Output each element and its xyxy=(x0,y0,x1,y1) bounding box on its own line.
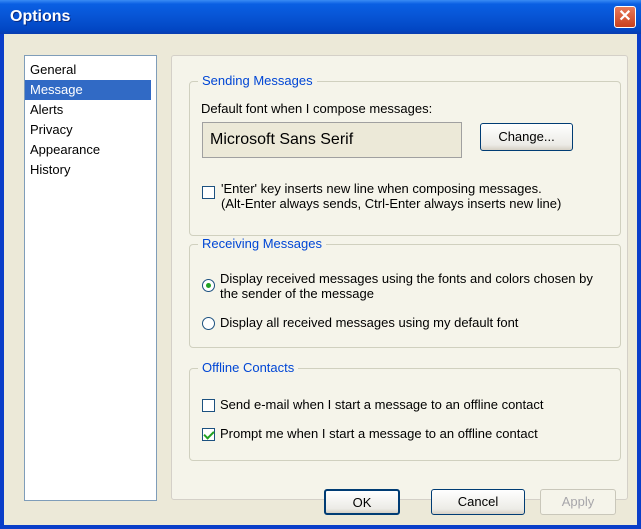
prompt-offline-label: Prompt me when I start a message to an o… xyxy=(220,426,538,441)
use-default-font-radio[interactable] xyxy=(202,317,215,330)
dialog-body: General Message Alerts Privacy Appearanc… xyxy=(4,34,637,525)
sending-messages-group: Sending Messages Default font when I com… xyxy=(189,73,621,236)
cancel-button[interactable]: Cancel xyxy=(431,489,525,515)
category-appearance[interactable]: Appearance xyxy=(25,140,151,160)
sending-messages-legend: Sending Messages xyxy=(198,73,317,88)
options-dialog: Options ✕ General Message Alerts Privacy… xyxy=(0,0,641,529)
use-sender-fonts-label: Display received messages using the font… xyxy=(220,271,593,286)
close-icon: ✕ xyxy=(618,8,632,25)
close-button[interactable]: ✕ xyxy=(614,6,636,28)
prompt-offline-checkbox[interactable] xyxy=(202,428,215,441)
category-history[interactable]: History xyxy=(25,160,151,180)
default-font-label: Default font when I compose messages: xyxy=(201,101,433,116)
apply-button[interactable]: Apply xyxy=(540,489,616,515)
enter-newline-hint: (Alt-Enter always sends, Ctrl-Enter alwa… xyxy=(221,196,562,211)
use-sender-fonts-radio[interactable] xyxy=(202,279,215,292)
receiving-messages-legend: Receiving Messages xyxy=(198,236,326,251)
message-settings-panel: Sending Messages Default font when I com… xyxy=(171,55,628,500)
ok-button[interactable]: OK xyxy=(324,489,400,515)
enter-newline-checkbox[interactable] xyxy=(202,186,215,199)
category-alerts[interactable]: Alerts xyxy=(25,100,151,120)
change-font-button[interactable]: Change... xyxy=(480,123,573,151)
use-sender-fonts-label-cont: the sender of the message xyxy=(220,286,374,301)
send-email-offline-label: Send e-mail when I start a message to an… xyxy=(220,397,544,412)
category-list[interactable]: General Message Alerts Privacy Appearanc… xyxy=(24,55,157,501)
use-default-font-label: Display all received messages using my d… xyxy=(220,315,519,330)
category-general[interactable]: General xyxy=(25,60,151,80)
title-bar[interactable]: Options ✕ xyxy=(0,0,641,34)
window-title: Options xyxy=(10,8,71,25)
category-message[interactable]: Message xyxy=(25,80,151,100)
offline-contacts-group: Offline Contacts Send e-mail when I star… xyxy=(189,360,621,461)
receiving-messages-group: Receiving Messages Display received mess… xyxy=(189,236,621,348)
enter-newline-label: 'Enter' key inserts new line when compos… xyxy=(221,181,542,196)
category-privacy[interactable]: Privacy xyxy=(25,120,151,140)
send-email-offline-checkbox[interactable] xyxy=(202,399,215,412)
default-font-display: Microsoft Sans Serif xyxy=(202,122,462,158)
offline-contacts-legend: Offline Contacts xyxy=(198,360,299,375)
